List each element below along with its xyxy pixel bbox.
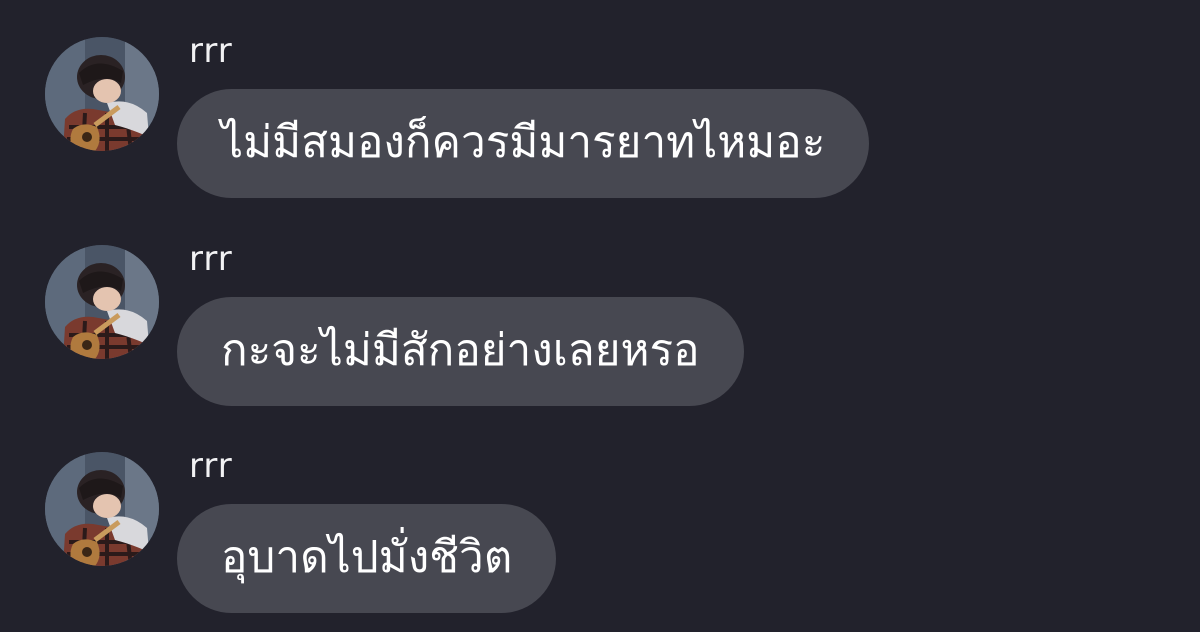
avatar[interactable] — [45, 452, 159, 566]
message-row: rrr กะจะไม่มีสักอย่างเลยหรอ — [0, 239, 1200, 435]
avatar[interactable] — [45, 37, 159, 151]
message-text: ไม่มีสมองก็ควรมีมารยาทไหมอะ — [221, 117, 826, 169]
chat-thread: rrr ไม่มีสมองก็ควรมีมารยาทไหมอะ rrr กะจะ… — [0, 0, 1200, 632]
sender-name: rrr — [189, 31, 233, 71]
message-text: กะจะไม่มีสักอย่างเลยหรอ — [221, 325, 700, 377]
message-bubble[interactable]: อุบาดไปมั่งชีวิต — [177, 504, 557, 613]
avatar-photo — [45, 37, 159, 151]
avatar-photo — [45, 452, 159, 566]
sender-name: rrr — [189, 239, 233, 279]
message-bubble[interactable]: ไม่มีสมองก็ควรมีมารยาทไหมอะ — [177, 89, 870, 198]
message-row: rrr ไม่มีสมองก็ควรมีมารยาทไหมอะ — [0, 31, 1200, 227]
avatar[interactable] — [45, 245, 159, 359]
message-row: rrr อุบาดไปมั่งชีวิต — [0, 446, 1200, 632]
avatar-photo — [45, 245, 159, 359]
sender-name: rrr — [189, 446, 233, 486]
message-text: อุบาดไปมั่งชีวิต — [221, 532, 513, 584]
message-bubble[interactable]: กะจะไม่มีสักอย่างเลยหรอ — [177, 297, 744, 406]
